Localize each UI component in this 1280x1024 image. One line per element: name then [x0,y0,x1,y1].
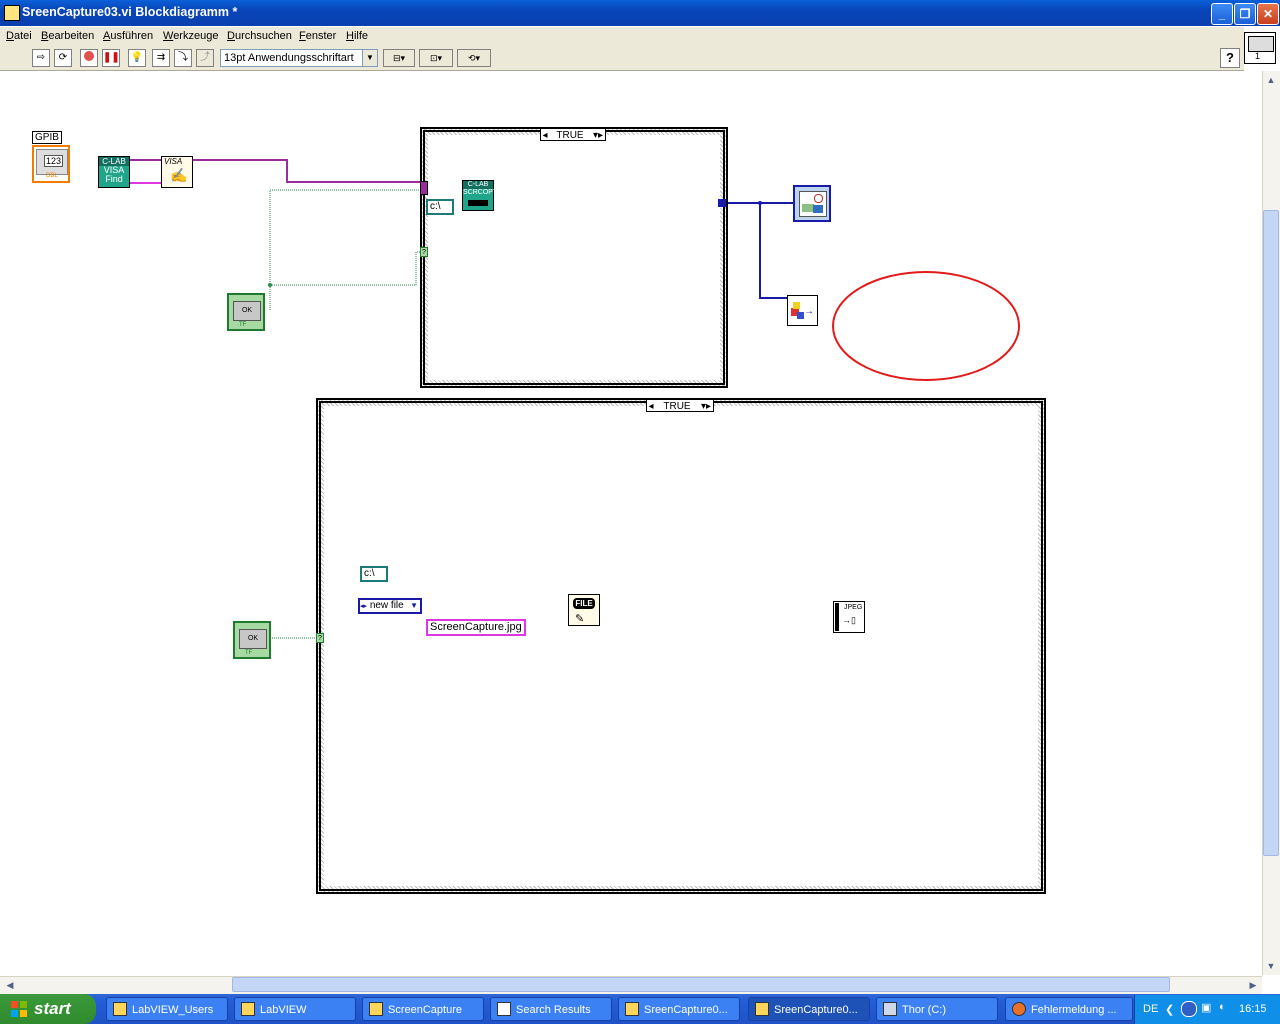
case-structure-2[interactable] [316,398,1046,894]
labview-icon [241,1002,255,1016]
clock: 16:15 [1239,1003,1267,1015]
file-label: FILE [573,598,595,609]
folder-icon [113,1002,127,1016]
case-selector-2-value: TRUE [663,401,691,412]
pencil-icon: ✎ [575,613,585,625]
task-label: Search Results [516,1004,591,1016]
windows-logo-icon [11,1001,27,1017]
tray-expand-icon[interactable]: ❮ [1165,1003,1174,1016]
task-label: SreenCapture0... [774,1004,858,1016]
numeric-value: 123 [44,155,64,167]
monitor-icon[interactable]: ▣ [1201,1001,1211,1014]
task-label: LabVIEW [260,1004,307,1016]
drive-icon [883,1002,897,1016]
task-label: Fehlermeldung ... [1031,1004,1117,1016]
task-labview[interactable]: LabVIEW [234,997,356,1021]
scroll-down-icon[interactable]: ▼ [1263,958,1279,974]
tf-label-1: TF [239,322,247,328]
filename-string-constant[interactable]: ScreenCapture.jpg [426,619,526,636]
chevron-down-icon[interactable]: ▾▸ [591,129,605,142]
wire-bool-selector-1 [270,251,424,286]
wire-image-branch [759,203,788,299]
case-structure-1[interactable] [420,127,728,388]
task-label: Thor (C:) [902,1004,946,1016]
labview-icon [755,1002,769,1016]
scrcopy-subvi[interactable]: C-LAB SCRCOPY [462,180,498,211]
gpib-label: GPIB [32,131,62,144]
horizontal-scroll-thumb[interactable] [232,977,1170,992]
ok-label-2: OK [239,629,267,649]
task-fehlermeldung[interactable]: Fehlermeldung ... [1005,997,1133,1021]
visa-find-line3: Find [105,174,123,184]
task-sreencapture-panel[interactable]: SreenCapture0... [618,997,740,1021]
labview-icon [625,1002,639,1016]
document-icon [497,1002,511,1016]
chevron-down-icon: ▼ [410,601,418,610]
scrcopy-line1: C-LAB [463,181,493,189]
wire-bool-1 [269,189,424,310]
ok-label-1: OK [233,301,261,321]
scroll-up-icon[interactable]: ▲ [1263,72,1279,88]
vertical-scroll-thumb[interactable] [1263,210,1279,856]
draw-flattened-pixmap-node[interactable]: → [787,295,818,326]
file-arrow-icon: →▯ [842,615,856,625]
jpeg-label: JPEG [844,604,863,611]
open-create-file-node[interactable]: FILE ✎ [568,594,600,626]
task-label: SreenCapture0... [644,1004,728,1016]
task-thor-drive[interactable]: Thor (C:) [876,997,998,1021]
chevron-down-icon[interactable]: ▾▸ [699,400,713,413]
visa-find-subvi[interactable]: C-LAB VISA Find [98,156,130,188]
case1-selector-terminal: ? [420,247,428,257]
ok-button-terminal-1[interactable]: OK TF [227,293,265,331]
decrement-arrow-icon[interactable]: ◂ [541,129,549,142]
scrcopy-line2: SCRCOPY [463,189,498,196]
system-tray: DE ❮ ▣ ◐ 16:15 [1134,995,1280,1024]
task-label: ScreenCapture [388,1004,462,1016]
visa-label: VISA [164,157,183,166]
task-labview-users[interactable]: LabVIEW_Users [106,997,228,1021]
path-constant-2[interactable]: c:\ [360,566,388,582]
write-jpeg-node[interactable]: JPEG →▯ [833,601,865,633]
case-selector-1-value: TRUE [556,130,584,141]
path-constant-2-value: c:\ [364,568,375,579]
visa-close-node[interactable]: VISA ✍ [161,156,193,188]
speaker-icon[interactable]: ◐ [1219,1001,1226,1013]
task-screencapture[interactable]: ScreenCapture [362,997,484,1021]
gpib-numeric-control[interactable]: 123 DBL [32,145,70,183]
case-selector-2[interactable]: ◂ TRUE ▾▸ [646,399,714,412]
case-selector-1[interactable]: ◂ TRUE ▾▸ [540,128,606,141]
increment-arrow-icon: ◂▸ [360,603,368,610]
enum-operation-value: new file [369,600,404,611]
folder-icon [369,1002,383,1016]
task-label: LabVIEW_Users [132,1004,214,1016]
case1-visa-tunnel [420,181,428,195]
picture-indicator-terminal[interactable] [793,185,831,222]
case1-image-tunnel [718,199,726,207]
language-indicator[interactable]: DE [1143,1003,1158,1015]
case2-selector-terminal: ? [316,633,324,643]
annotation-red-circle [832,271,1020,381]
printer-icon [468,200,488,206]
filename-value: ScreenCapture.jpg [430,621,522,633]
network-icon[interactable] [1181,1001,1197,1017]
path-constant-1-value: c:\ [430,201,441,212]
path-constant-1[interactable]: c:\ [426,199,454,215]
tf-label-2: TF [245,650,253,656]
enum-operation-constant[interactable]: ◂▸ new file ▼ [358,598,422,614]
wire-junction-green [268,283,272,287]
task-search-results[interactable]: Search Results [490,997,612,1021]
hand-icon: ✍ [170,167,188,183]
picture-icon [799,191,827,217]
wire-junction [758,201,762,205]
scroll-left-icon[interactable]: ◀ [2,977,18,993]
task-sreencapture-diagram[interactable]: SreenCapture0... [748,997,870,1021]
firefox-icon [1012,1002,1026,1016]
decrement-arrow-icon[interactable]: ◂ [647,400,655,413]
scroll-right-icon[interactable]: ▶ [1245,977,1261,993]
ok-button-terminal-2[interactable]: OK TF [233,621,271,659]
numeric-type: DBL [46,173,58,179]
